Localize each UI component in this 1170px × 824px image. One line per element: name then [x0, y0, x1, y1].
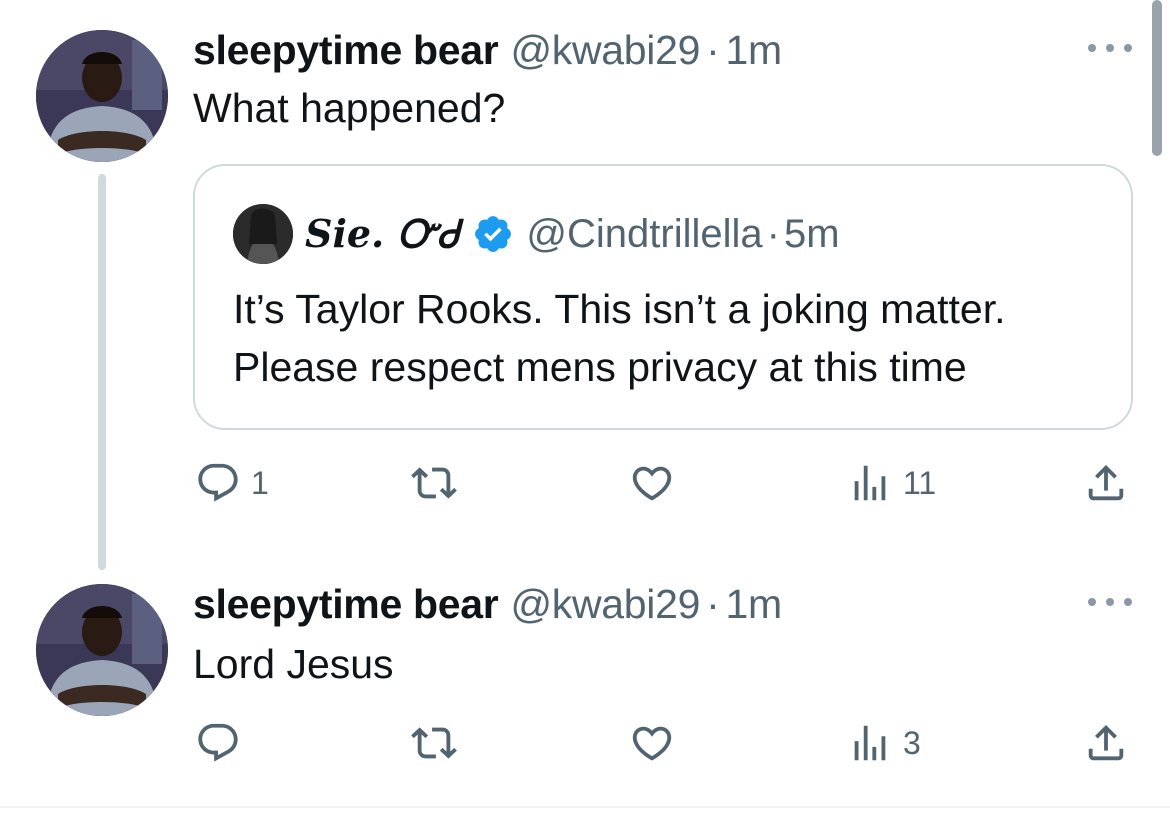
quote-handle[interactable]: @Cindtrillella: [526, 212, 762, 257]
share-icon: [1088, 724, 1124, 761]
views-count: 11: [903, 464, 937, 501]
quote-timestamp[interactable]: 5m: [784, 212, 840, 257]
views-count: 3: [903, 724, 921, 761]
views-icon: [854, 725, 886, 761]
views-button[interactable]: 11: [847, 458, 936, 508]
reply-button[interactable]: 1: [195, 458, 269, 508]
like-icon: [632, 466, 672, 501]
tweet-text: What happened?: [193, 85, 506, 131]
avatar-image: [36, 30, 168, 162]
quote-tweet[interactable]: Sie. ᏅᏧ @Cindtrillella · 5m It’s Taylor …: [193, 164, 1133, 430]
display-name[interactable]: sleepytime bear: [193, 27, 499, 74]
quote-text: It’s Taylor Rooks. This isn’t a joking m…: [233, 286, 1006, 390]
reply-icon: [198, 463, 238, 502]
more-icon[interactable]: [1088, 38, 1132, 58]
timestamp[interactable]: 1m: [725, 581, 782, 628]
separator-dot: ·: [706, 580, 720, 627]
divider: [0, 806, 1170, 808]
like-icon: [632, 726, 672, 761]
tweet-header: sleepytime bear @kwabi29 · 1m: [193, 22, 782, 78]
quote-header: Sie. ᏅᏧ @Cindtrillella · 5m: [305, 206, 840, 262]
views-button[interactable]: 3: [847, 718, 921, 768]
share-icon: [1088, 464, 1124, 501]
action-bar: 3: [193, 718, 1133, 768]
retweet-button[interactable]: [411, 458, 457, 508]
share-button[interactable]: [1083, 458, 1129, 508]
tweet-2[interactable]: sleepytime bear @kwabi29 · 1m Lord Jesus…: [0, 570, 1170, 806]
handle[interactable]: @kwabi29: [510, 581, 700, 628]
share-button[interactable]: [1083, 718, 1129, 768]
quote-avatar: [233, 204, 293, 264]
quote-display-name[interactable]: Sie. ᏅᏧ: [305, 211, 458, 257]
more-icon[interactable]: [1088, 592, 1132, 612]
like-button[interactable]: [629, 458, 675, 508]
display-name[interactable]: sleepytime bear: [193, 581, 499, 628]
scrollbar[interactable]: [1152, 0, 1162, 156]
quote-separator-dot: ·: [766, 211, 780, 256]
reply-count: 1: [251, 464, 269, 501]
action-bar: 1 11: [193, 458, 1133, 508]
retweet-icon: [411, 727, 457, 759]
avatar[interactable]: [36, 30, 168, 162]
tweet-text: Lord Jesus: [193, 641, 394, 687]
retweet-button[interactable]: [411, 718, 457, 768]
verified-badge-icon: [475, 216, 512, 252]
quote-avatar-image: [233, 204, 293, 264]
tweet-header: sleepytime bear @kwabi29 · 1m: [193, 576, 782, 632]
reply-icon: [198, 723, 238, 762]
thread-line: [98, 174, 106, 570]
avatar-image: [36, 584, 168, 716]
tweet-1[interactable]: sleepytime bear @kwabi29 · 1m What happe…: [0, 0, 1170, 570]
handle[interactable]: @kwabi29: [510, 27, 700, 74]
separator-dot: ·: [706, 26, 720, 73]
timestamp[interactable]: 1m: [725, 27, 782, 74]
like-button[interactable]: [629, 718, 675, 768]
retweet-icon: [411, 467, 457, 499]
reply-button[interactable]: [195, 718, 241, 768]
views-icon: [854, 465, 886, 501]
avatar[interactable]: [36, 584, 168, 716]
